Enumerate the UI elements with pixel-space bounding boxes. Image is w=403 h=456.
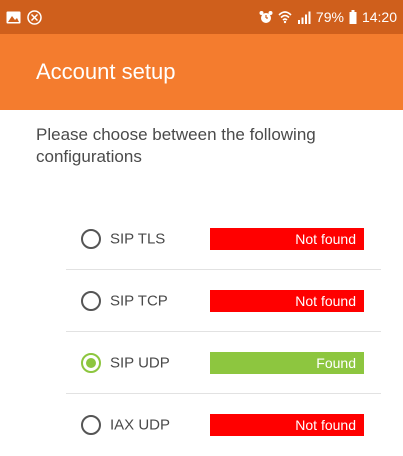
status-right: 79% 14:20 <box>259 9 397 25</box>
option-row-sip-tls[interactable]: SIP TLS Not found <box>0 208 403 270</box>
status-time: 14:20 <box>361 9 397 25</box>
app-bar: Account setup <box>0 34 403 110</box>
option-label: SIP TCP <box>110 292 168 310</box>
status-badge: Not found <box>210 414 364 436</box>
radio-button[interactable] <box>81 291 101 311</box>
signal-icon <box>297 11 311 24</box>
option-label: SIP UDP <box>110 354 170 372</box>
option-label: SIP TLS <box>110 230 166 248</box>
status-badge: Not found <box>210 228 364 250</box>
option-row-sip-tcp[interactable]: SIP TCP Not found <box>0 270 403 332</box>
battery-icon <box>349 10 357 24</box>
instructions-text: Please choose between the following conf… <box>36 125 316 166</box>
radio-button[interactable] <box>81 415 101 435</box>
battery-percent: 79% <box>315 9 344 25</box>
configuration-options: SIP TLS Not found SIP TCP Not found SIP … <box>0 208 403 456</box>
option-row-iax-udp[interactable]: IAX UDP Not found <box>0 394 403 456</box>
option-row-sip-udp[interactable]: SIP UDP Found <box>0 332 403 394</box>
option-label: IAX UDP <box>110 416 171 434</box>
radio-button[interactable] <box>81 353 101 373</box>
image-icon <box>6 11 21 24</box>
status-badge: Found <box>210 352 364 374</box>
close-circle-icon <box>27 9 42 25</box>
status-bar: 79% 14:20 <box>0 0 403 34</box>
page-title: Account setup <box>36 59 176 84</box>
status-badge: Not found <box>210 290 364 312</box>
status-left <box>6 9 42 25</box>
wifi-icon <box>278 10 292 24</box>
alarm-icon <box>259 10 273 24</box>
radio-button[interactable] <box>81 229 101 249</box>
